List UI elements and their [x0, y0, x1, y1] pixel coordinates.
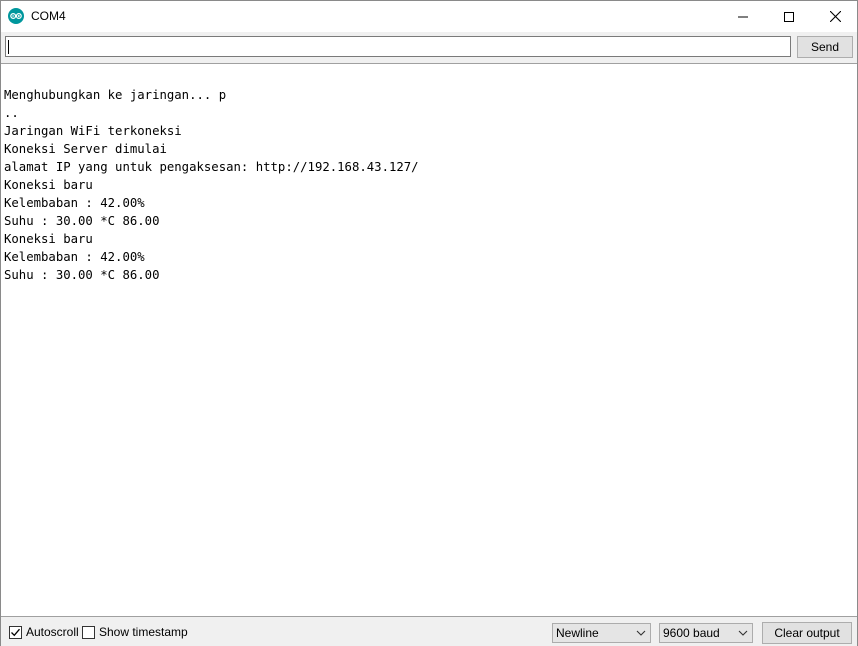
output-line: Jaringan WiFi terkoneksi: [4, 124, 182, 138]
serial-monitor-window: COM4 Send Menghubungkan ke jaringan... p: [0, 0, 858, 646]
autoscroll-checkbox[interactable]: [9, 625, 22, 639]
serial-input[interactable]: [5, 36, 791, 57]
output-line: Kelembaban : 42.00%: [4, 196, 145, 210]
output-line: Suhu : 30.00 *C 86.00: [4, 214, 160, 228]
close-button[interactable]: [812, 1, 858, 32]
window-title: COM4: [31, 9, 66, 23]
send-button[interactable]: Send: [797, 36, 853, 58]
line-ending-select[interactable]: Newline: [552, 623, 651, 643]
text-caret: [8, 40, 9, 54]
timestamp-toggle[interactable]: Show timestamp: [82, 625, 188, 639]
minimize-icon: [738, 16, 748, 17]
close-icon: [829, 11, 841, 22]
status-bar: Autoscroll Show timestamp Newline 9600 b…: [1, 616, 857, 646]
output-line: Kelembaban : 42.00%: [4, 250, 145, 264]
output-line: Koneksi baru: [4, 232, 93, 246]
autoscroll-toggle[interactable]: Autoscroll: [9, 625, 79, 639]
timestamp-label: Show timestamp: [99, 625, 188, 639]
title-bar: COM4: [1, 1, 857, 32]
autoscroll-label: Autoscroll: [26, 625, 79, 639]
output-line: Koneksi baru: [4, 178, 93, 192]
baud-rate-value: 9600 baud: [663, 626, 720, 640]
baud-rate-select[interactable]: 9600 baud: [659, 623, 753, 643]
output-line: Menghubungkan ke jaringan... p: [4, 88, 227, 102]
chevron-down-icon: [738, 630, 748, 636]
chevron-down-icon: [636, 630, 646, 636]
output-line: Suhu : 30.00 *C 86.00: [4, 268, 160, 282]
output-line: ..: [4, 106, 19, 120]
minimize-button[interactable]: [720, 1, 766, 32]
timestamp-checkbox[interactable]: [82, 625, 95, 639]
send-bar: Send: [1, 32, 857, 64]
maximize-icon: [784, 11, 794, 22]
checkmark-icon: [11, 628, 20, 636]
line-ending-value: Newline: [556, 626, 599, 640]
maximize-button[interactable]: [766, 1, 812, 32]
output-lines: Menghubungkan ke jaringan... p .. Jaring…: [4, 86, 419, 284]
serial-output[interactable]: Menghubungkan ke jaringan... p .. Jaring…: [1, 64, 857, 616]
output-line: alamat IP yang untuk pengaksesan: http:/…: [4, 160, 419, 174]
output-line: Koneksi Server dimulai: [4, 142, 167, 156]
arduino-icon: [8, 8, 24, 24]
clear-output-button[interactable]: Clear output: [762, 622, 852, 644]
